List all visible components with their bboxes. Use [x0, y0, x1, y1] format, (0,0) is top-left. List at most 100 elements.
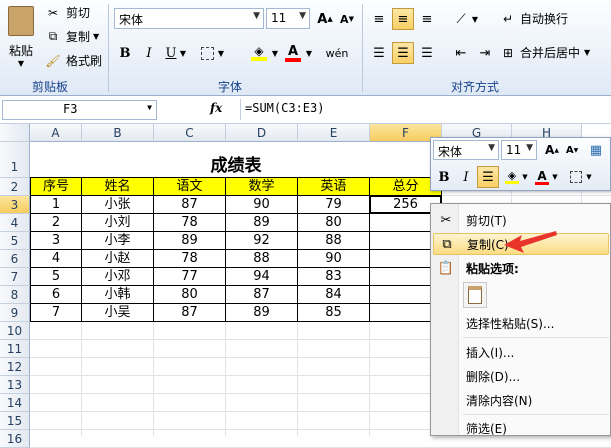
sheet-title[interactable]: 成绩表: [30, 142, 442, 178]
row-header-12[interactable]: 12: [0, 358, 30, 376]
table-header-cell[interactable]: 数学: [226, 178, 298, 196]
table-cell[interactable]: 88: [298, 232, 370, 250]
table-cell[interactable]: 2: [30, 214, 82, 232]
row-header-15[interactable]: 15: [0, 412, 30, 430]
shrink-font-button[interactable]: A ▼: [336, 8, 358, 30]
mini-align-center-icon[interactable]: ☰: [477, 166, 499, 188]
fx-icon[interactable]: fx: [210, 101, 222, 115]
table-cell[interactable]: 87: [154, 196, 226, 214]
table-cell[interactable]: 94: [226, 268, 298, 286]
column-header-c[interactable]: C: [154, 124, 226, 142]
table-cell[interactable]: 89: [154, 232, 226, 250]
chevron-down-icon[interactable]: ▼: [585, 166, 593, 188]
table-cell[interactable]: 小刘: [82, 214, 154, 232]
row-header-16[interactable]: 16: [0, 430, 30, 448]
table-header-cell[interactable]: 英语: [298, 178, 370, 196]
italic-button[interactable]: I: [138, 42, 160, 64]
increase-indent-icon[interactable]: ⇥: [474, 42, 496, 64]
menu-item-paste-special[interactable]: 选择性粘贴(S)...: [433, 312, 609, 334]
formula-input[interactable]: =SUM(C3:E3): [240, 99, 608, 120]
row-header-1[interactable]: 1: [0, 142, 30, 178]
shrink-font-button[interactable]: A ▼: [561, 139, 583, 161]
row-header-9[interactable]: 9: [0, 304, 30, 322]
mini-font-color-icon[interactable]: A: [531, 166, 553, 188]
table-cell[interactable]: 77: [154, 268, 226, 286]
table-cell[interactable]: 89: [226, 214, 298, 232]
table-cell[interactable]: 小赵: [82, 250, 154, 268]
chevron-down-icon[interactable]: ▼: [270, 42, 280, 64]
column-header-b[interactable]: B: [82, 124, 154, 142]
table-header-cell[interactable]: 序号: [30, 178, 82, 196]
phonetic-icon[interactable]: wén: [326, 42, 349, 64]
mini-font-select[interactable]: 宋体 ▼: [433, 140, 499, 160]
table-cell[interactable]: 小吴: [82, 304, 154, 322]
grow-font-button[interactable]: A ▲: [314, 8, 336, 30]
wrap-text-button[interactable]: ↵ 自动换行: [500, 10, 568, 27]
format-icon[interactable]: ▦: [585, 139, 607, 161]
row-header-6[interactable]: 6: [0, 250, 30, 268]
mini-italic-button[interactable]: I: [455, 166, 477, 188]
chevron-down-icon[interactable]: ▼: [216, 42, 226, 64]
table-cell[interactable]: 80: [298, 214, 370, 232]
chevron-down-icon[interactable]: ▼: [551, 166, 559, 188]
table-cell[interactable]: 78: [154, 214, 226, 232]
table-cell[interactable]: 89: [226, 304, 298, 322]
bold-button[interactable]: B: [114, 42, 136, 64]
name-box[interactable]: F3 ▼: [2, 100, 157, 120]
chevron-down-icon[interactable]: ▼: [304, 42, 314, 64]
table-cell[interactable]: 83: [298, 268, 370, 286]
mini-bold-button[interactable]: B: [433, 166, 455, 188]
table-cell[interactable]: 4: [30, 250, 82, 268]
chevron-down-icon[interactable]: ▼: [178, 42, 188, 64]
fill-color-icon[interactable]: ◈: [248, 42, 270, 64]
font-family-select[interactable]: 宋体 ▼: [114, 8, 264, 29]
table-cell[interactable]: 78: [154, 250, 226, 268]
row-header-5[interactable]: 5: [0, 232, 30, 250]
row-header-2[interactable]: 2: [0, 178, 30, 196]
format-painter-button[interactable]: 🖌 格式刷: [44, 52, 102, 69]
mini-border-icon[interactable]: [565, 166, 587, 188]
font-color-icon[interactable]: A: [282, 42, 304, 64]
table-cell[interactable]: 5: [30, 268, 82, 286]
menu-item-delete[interactable]: 删除(D)...: [433, 365, 609, 387]
table-cell[interactable]: 92: [226, 232, 298, 250]
row-header-3[interactable]: 3: [0, 196, 30, 214]
grow-font-button[interactable]: A ▲: [541, 139, 563, 161]
row-header-11[interactable]: 11: [0, 340, 30, 358]
row-header-4[interactable]: 4: [0, 214, 30, 232]
paste-option-button[interactable]: [463, 282, 487, 308]
table-cell[interactable]: 88: [226, 250, 298, 268]
copy-button[interactable]: ⧉ 复制 ▼: [44, 28, 99, 45]
cut-button[interactable]: ✂ 剪切: [44, 4, 90, 21]
table-cell[interactable]: 小韩: [82, 286, 154, 304]
table-cell[interactable]: 87: [226, 286, 298, 304]
align-top-icon[interactable]: ≡: [368, 8, 390, 30]
table-cell[interactable]: 79: [298, 196, 370, 214]
align-middle-icon[interactable]: ≡: [392, 8, 414, 30]
menu-item-insert[interactable]: 插入(I)...: [433, 341, 609, 363]
table-cell[interactable]: 小邓: [82, 268, 154, 286]
select-all-corner[interactable]: [0, 124, 30, 142]
table-cell[interactable]: 6: [30, 286, 82, 304]
align-center-icon[interactable]: ☰: [392, 42, 414, 64]
table-cell[interactable]: 7: [30, 304, 82, 322]
row-header-7[interactable]: 7: [0, 268, 30, 286]
table-cell[interactable]: 3: [30, 232, 82, 250]
table-header-cell[interactable]: 姓名: [82, 178, 154, 196]
table-cell[interactable]: 90: [298, 250, 370, 268]
merge-center-button[interactable]: ⊞ 合并后居中 ▼: [500, 44, 590, 61]
align-right-icon[interactable]: ☰: [416, 42, 438, 64]
paste-button[interactable]: 粘贴 ▼: [4, 4, 38, 74]
row-header-10[interactable]: 10: [0, 322, 30, 340]
column-header-d[interactable]: D: [226, 124, 298, 142]
table-cell[interactable]: 87: [154, 304, 226, 322]
table-cell[interactable]: 85: [298, 304, 370, 322]
chevron-down-icon[interactable]: ▼: [470, 8, 480, 30]
table-header-cell[interactable]: 语文: [154, 178, 226, 196]
table-cell[interactable]: 80: [154, 286, 226, 304]
column-header-a[interactable]: A: [30, 124, 82, 142]
chevron-down-icon[interactable]: ▼: [521, 166, 529, 188]
align-bottom-icon[interactable]: ≡: [416, 8, 438, 30]
table-cell[interactable]: 小张: [82, 196, 154, 214]
mini-fill-color-icon[interactable]: ◈: [501, 166, 523, 188]
